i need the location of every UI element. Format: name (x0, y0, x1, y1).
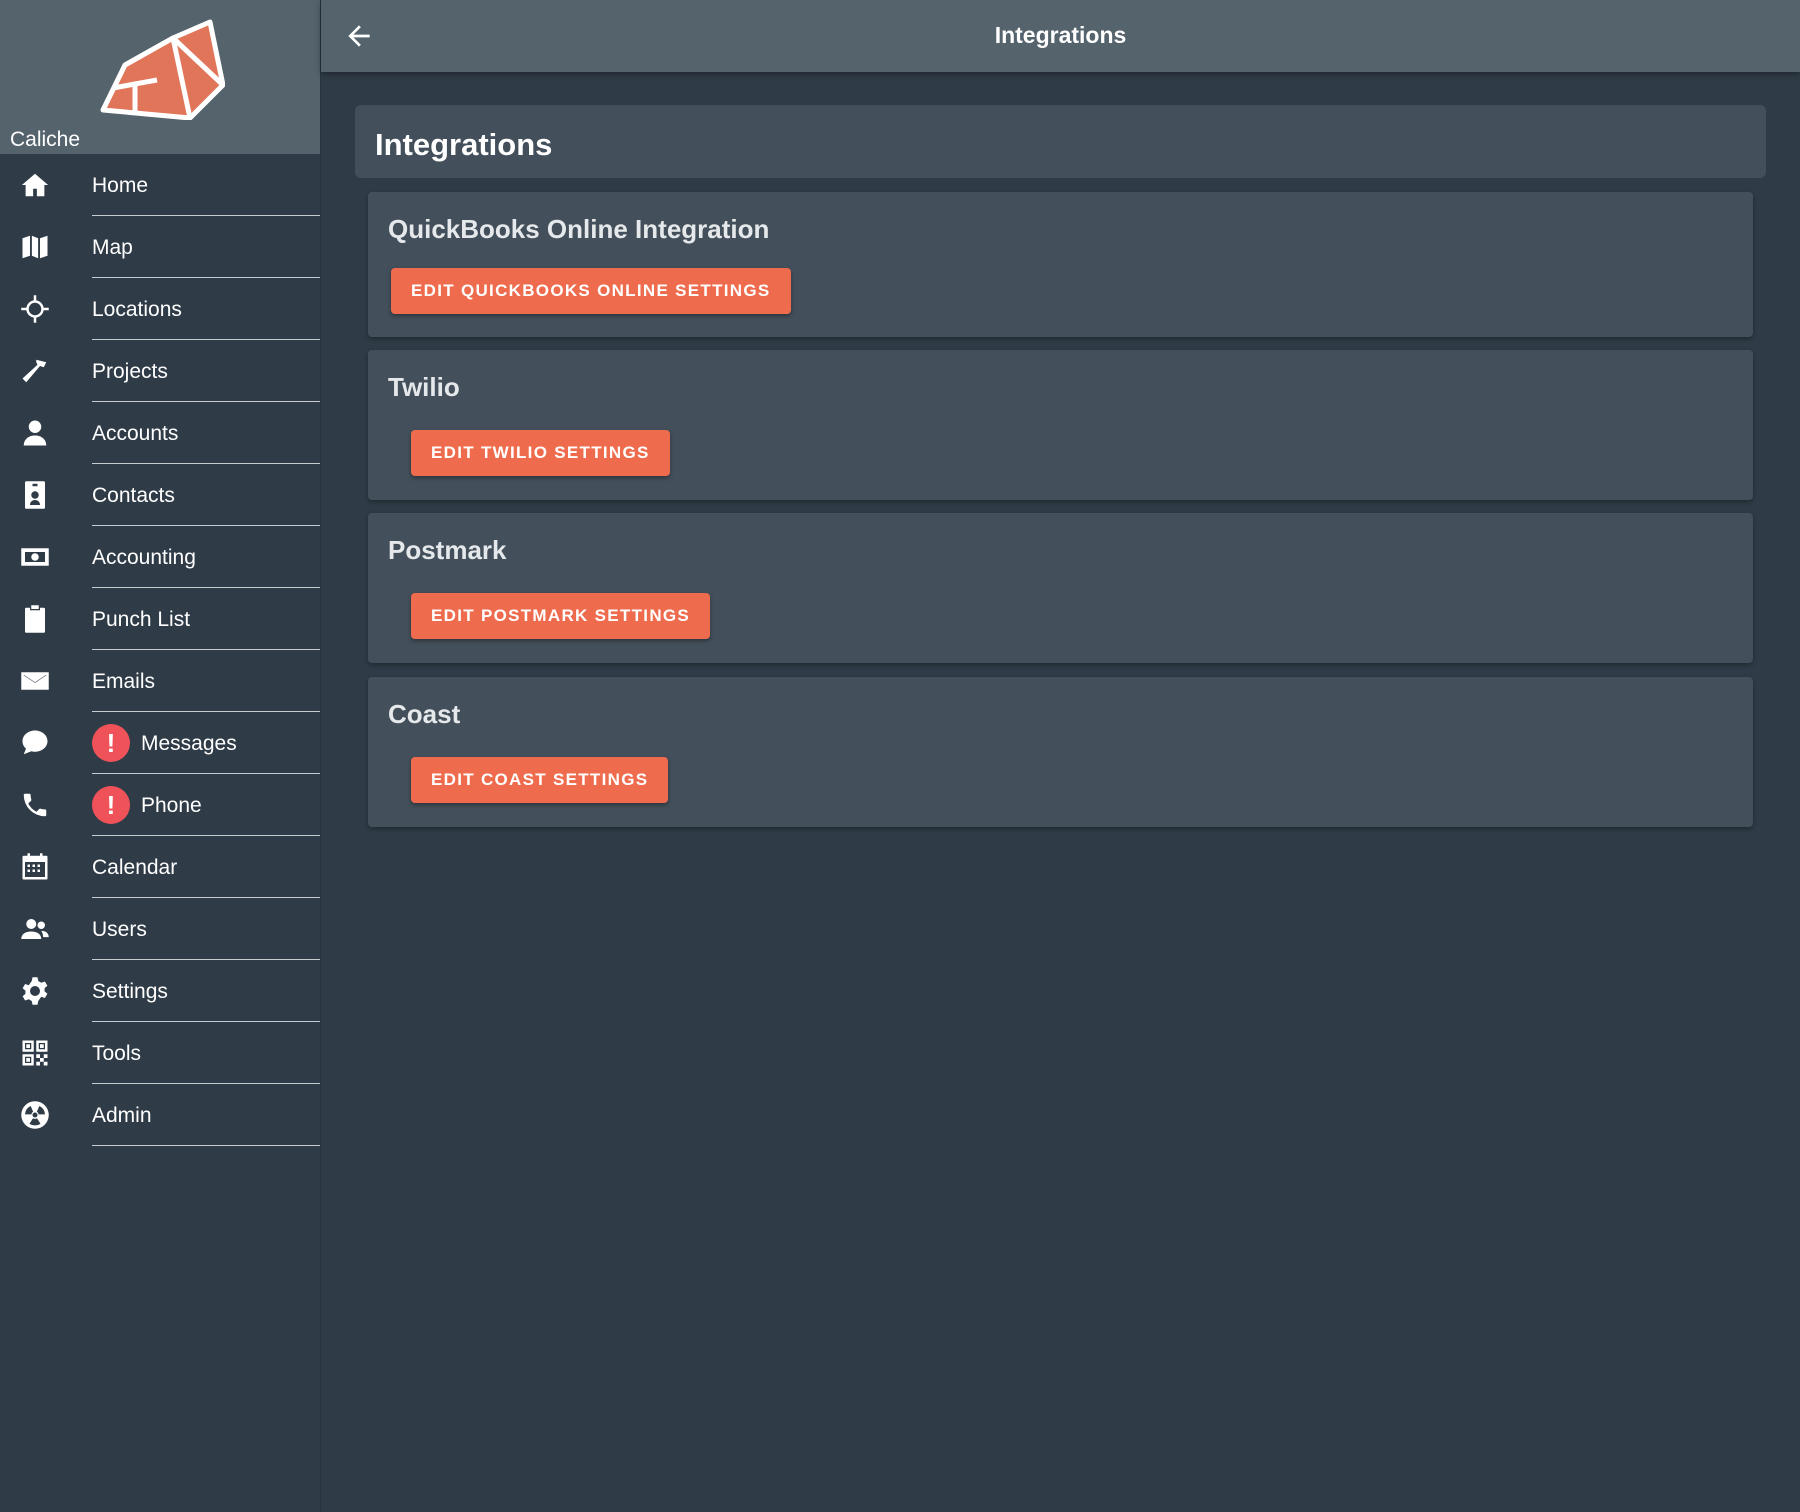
sidebar-item-messages[interactable]: ! Messages (0, 712, 320, 774)
hammer-icon (20, 356, 50, 386)
sidebar-item-home[interactable]: Home (0, 154, 320, 216)
sidebar-item-punch-list[interactable]: Punch List (0, 588, 320, 650)
sidebar-item-label: Locations (92, 298, 182, 321)
top-app-bar: Integrations (321, 0, 1800, 72)
sidebar-item-settings[interactable]: Settings (0, 960, 320, 1022)
users-icon (20, 914, 50, 944)
sidebar-item-label: Tools (92, 1042, 142, 1065)
sidebar-item-label: Punch List (92, 608, 191, 631)
contact-card-icon (20, 480, 50, 510)
integration-card-postmark: Postmark Edit Postmark Settings (368, 513, 1753, 663)
sidebar-item-accounts[interactable]: Accounts (0, 402, 320, 464)
card-title: Coast (388, 699, 461, 729)
sidebar-item-map[interactable]: Map (0, 216, 320, 278)
sidebar-item-label: Settings (92, 980, 168, 1003)
sidebar-item-label: Phone (141, 794, 202, 817)
sidebar-item-admin[interactable]: Admin (0, 1084, 320, 1146)
brand-name: Caliche (10, 128, 81, 151)
sidebar-item-locations[interactable]: Locations (0, 278, 320, 340)
sidebar-item-label: Accounts (92, 422, 179, 445)
caliche-logo (100, 19, 225, 120)
home-icon (20, 170, 50, 200)
edit-postmark-settings-button[interactable]: Edit Postmark Settings (411, 593, 711, 639)
sidebar-item-calendar[interactable]: Calendar (0, 836, 320, 898)
divider (92, 1145, 320, 1146)
sidebar-item-label: Accounting (92, 546, 196, 569)
sidebar-item-label: Admin (92, 1104, 152, 1127)
sidebar-item-accounting[interactable]: Accounting (0, 526, 320, 588)
person-icon (20, 418, 50, 448)
map-icon (20, 232, 50, 262)
qr-code-icon (20, 1038, 50, 1068)
sidebar-item-label: Users (92, 918, 147, 941)
brand-header: Caliche (0, 0, 320, 154)
app-bar-title: Integrations (994, 22, 1127, 48)
chat-icon (20, 728, 50, 758)
alert-badge: ! (92, 786, 130, 824)
sidebar-item-projects[interactable]: Projects (0, 340, 320, 402)
integration-card-quickbooks: QuickBooks Online Integration Edit Quick… (368, 192, 1753, 337)
radiation-icon (20, 1100, 50, 1130)
sidebar-item-phone[interactable]: ! Phone (0, 774, 320, 836)
sidebar-item-label: Emails (92, 670, 156, 693)
page-title: Integrations (375, 127, 553, 162)
sidebar-item-label: Calendar (92, 856, 178, 879)
card-title: QuickBooks Online Integration (388, 214, 770, 244)
gear-icon (20, 976, 50, 1006)
sidebar-item-label: Home (92, 174, 149, 197)
sidebar-nav: Home Map Locations Projects Accounts Con… (0, 154, 320, 1146)
sidebar-item-tools[interactable]: Tools (0, 1022, 320, 1084)
phone-icon (20, 790, 50, 820)
edit-quickbooks-settings-button[interactable]: Edit QuickBooks Online Settings (391, 268, 791, 314)
clipboard-icon (20, 604, 50, 634)
card-title: Postmark (388, 535, 507, 565)
sidebar-item-label: Map (92, 236, 133, 259)
app-root: Caliche Home Map Locations Projects Acco… (0, 0, 1800, 1512)
integration-card-twilio: Twilio Edit Twilio Settings (368, 350, 1753, 500)
sidebar-item-emails[interactable]: Emails (0, 650, 320, 712)
money-icon (20, 542, 50, 572)
integration-card-coast: Coast Edit Coast Settings (368, 677, 1753, 827)
sidebar-item-label: Projects (92, 360, 168, 383)
edit-coast-settings-button[interactable]: Edit Coast Settings (411, 757, 669, 803)
sidebar-item-contacts[interactable]: Contacts (0, 464, 320, 526)
crosshair-icon (20, 294, 50, 324)
sidebar-item-label: Messages (141, 732, 237, 755)
sidebar: Caliche Home Map Locations Projects Acco… (0, 0, 321, 1512)
card-title: Twilio (388, 372, 460, 402)
sidebar-item-users[interactable]: Users (0, 898, 320, 960)
edit-twilio-settings-button[interactable]: Edit Twilio Settings (411, 430, 670, 476)
calendar-icon (20, 852, 50, 882)
page-header: Integrations (355, 105, 1766, 178)
sidebar-item-label: Contacts (92, 484, 175, 507)
envelope-icon (20, 666, 50, 696)
alert-badge: ! (92, 724, 130, 762)
